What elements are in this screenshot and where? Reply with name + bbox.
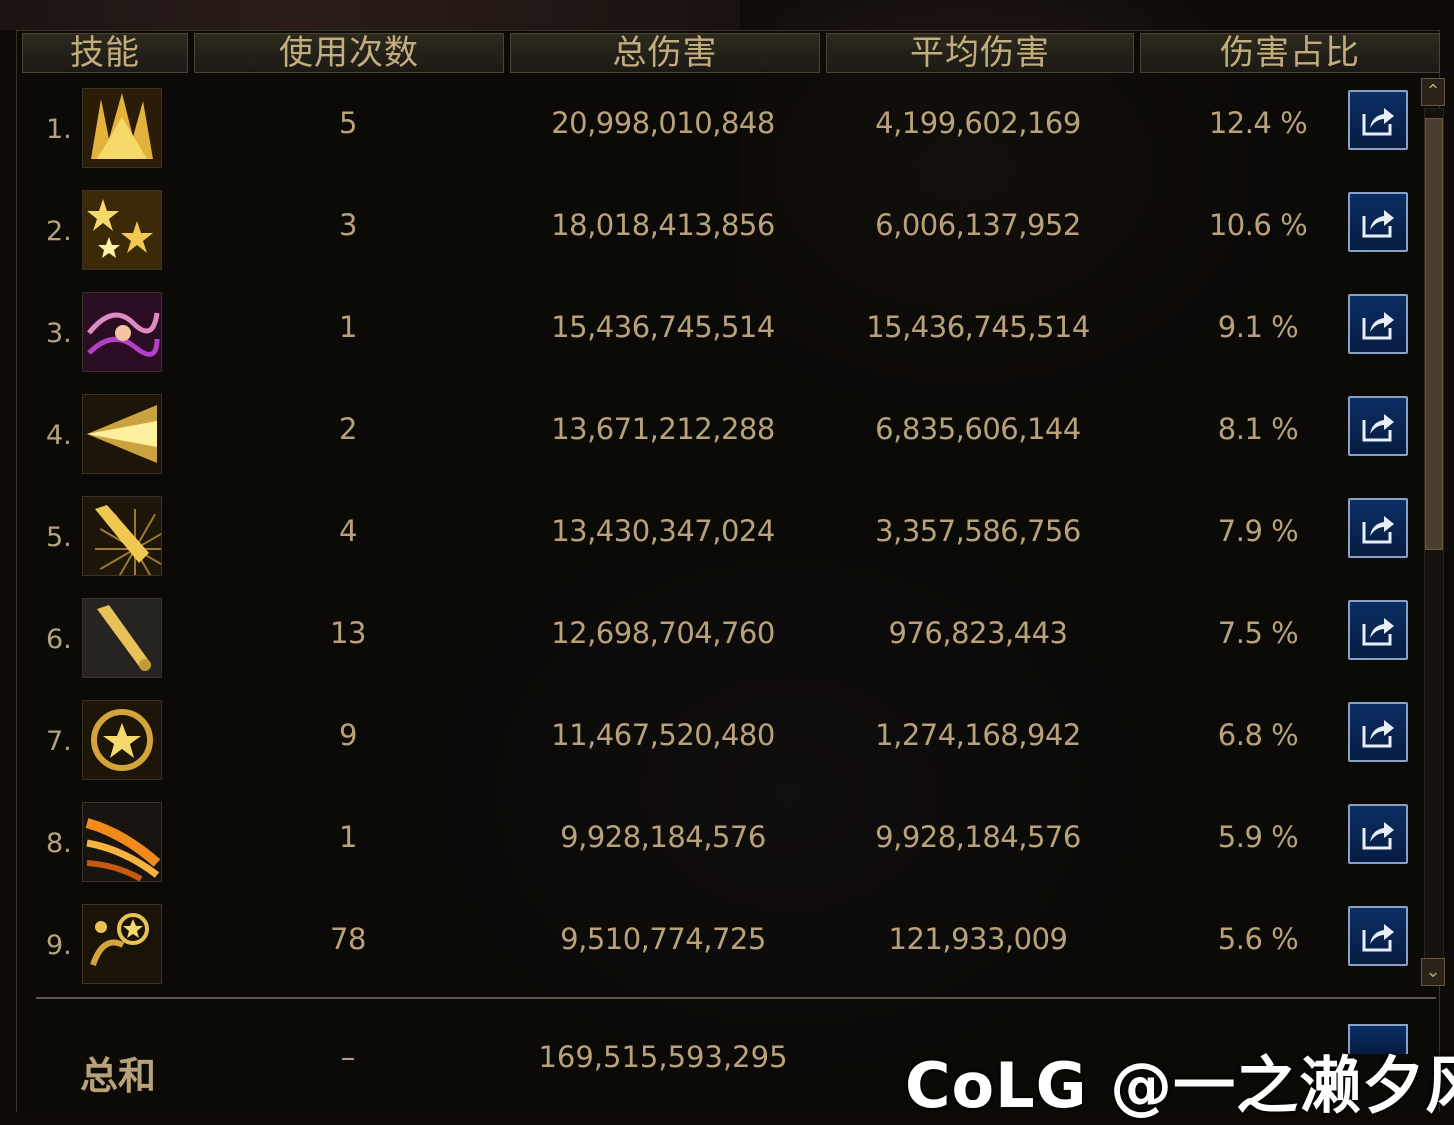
row-rank: 5. bbox=[46, 522, 72, 553]
row-uses: 13 bbox=[330, 616, 366, 650]
row-rank: 1. bbox=[46, 114, 72, 145]
row-damage-share: 7.9 % bbox=[1217, 514, 1299, 548]
row-rank: 9. bbox=[46, 930, 72, 961]
row-total-damage: 12,698,704,760 bbox=[551, 616, 775, 650]
row-damage-share: 9.1 % bbox=[1217, 310, 1299, 344]
table-row: 1. 5 20,998,010,848 4,199,602,169 12.4 % bbox=[18, 84, 1418, 186]
row-damage-share: 6.8 % bbox=[1217, 718, 1299, 752]
row-total-damage: 9,928,184,576 bbox=[560, 820, 766, 854]
column-header-total[interactable]: 总伤害 bbox=[510, 33, 820, 73]
row-rank: 3. bbox=[46, 318, 72, 349]
row-rank: 6. bbox=[46, 624, 72, 655]
share-button[interactable] bbox=[1348, 906, 1408, 966]
bat-swing-skill-icon[interactable] bbox=[82, 496, 162, 576]
share-button[interactable] bbox=[1348, 498, 1408, 558]
row-rank: 4. bbox=[46, 420, 72, 451]
summary-uses: – bbox=[340, 1040, 356, 1074]
scroll-thumb[interactable] bbox=[1425, 118, 1443, 550]
row-total-damage: 20,998,010,848 bbox=[551, 106, 775, 140]
stars-skill-icon[interactable] bbox=[82, 190, 162, 270]
column-header-share[interactable]: 伤害占比 bbox=[1140, 33, 1440, 73]
row-average-damage: 121,933,009 bbox=[888, 922, 1069, 956]
row-damage-share: 5.6 % bbox=[1217, 922, 1299, 956]
row-rank: 2. bbox=[46, 216, 72, 247]
row-uses: 78 bbox=[330, 922, 366, 956]
row-total-damage: 18,018,413,856 bbox=[551, 208, 775, 242]
table-row: 2. 3 18,018,413,856 6,006,137,952 10.6 % bbox=[18, 186, 1418, 288]
light-rays-skill-icon[interactable] bbox=[82, 394, 162, 474]
table-row: 8. 1 9,928,184,576 9,928,184,576 5.9 % bbox=[18, 798, 1418, 900]
share-button[interactable] bbox=[1348, 702, 1408, 762]
table-row: 5. 4 13,430,347,024 3,357,586,756 7.9 % bbox=[18, 492, 1418, 594]
share-button[interactable] bbox=[1348, 804, 1408, 864]
column-header-uses[interactable]: 使用次数 bbox=[194, 33, 504, 73]
row-uses: 1 bbox=[339, 310, 357, 344]
row-uses: 4 bbox=[339, 514, 357, 548]
row-damage-share: 10.6 % bbox=[1208, 208, 1308, 242]
row-rank: 7. bbox=[46, 726, 72, 757]
row-average-damage: 9,928,184,576 bbox=[875, 820, 1081, 854]
row-uses: 9 bbox=[339, 718, 357, 752]
scroll-up-icon[interactable]: ⌃ bbox=[1421, 78, 1445, 106]
summary-divider bbox=[36, 997, 1436, 999]
table-row: 9. 78 9,510,774,725 121,933,009 5.6 % bbox=[18, 900, 1418, 1002]
row-total-damage: 13,671,212,288 bbox=[551, 412, 775, 446]
row-total-damage: 11,467,520,480 bbox=[551, 718, 775, 752]
row-damage-share: 12.4 % bbox=[1208, 106, 1308, 140]
table-row: 7. 9 11,467,520,480 1,274,168,942 6.8 % bbox=[18, 696, 1418, 798]
scrollbar[interactable]: ⌃ ⌄ bbox=[1420, 78, 1448, 988]
share-button[interactable] bbox=[1348, 90, 1408, 150]
row-total-damage: 13,430,347,024 bbox=[551, 514, 775, 548]
share-button[interactable] bbox=[1348, 396, 1408, 456]
scroll-down-icon[interactable]: ⌄ bbox=[1421, 958, 1445, 986]
table-row: 3. 1 15,436,745,514 15,436,745,514 9.1 % bbox=[18, 288, 1418, 390]
orange-slash-skill-icon[interactable] bbox=[82, 802, 162, 882]
row-damage-share: 8.1 % bbox=[1217, 412, 1299, 446]
row-average-damage: 1,274,168,942 bbox=[875, 718, 1081, 752]
row-average-damage: 15,436,745,514 bbox=[866, 310, 1090, 344]
golden-burst-skill-icon[interactable] bbox=[82, 88, 162, 168]
table-row: 6. 13 12,698,704,760 976,823,443 7.5 % bbox=[18, 594, 1418, 696]
summary-total-damage: 169,515,593,295 bbox=[538, 1040, 788, 1074]
summary-label: 总和 bbox=[80, 1053, 157, 1098]
background-top-strip bbox=[0, 0, 740, 30]
row-uses: 3 bbox=[339, 208, 357, 242]
row-average-damage: 6,835,606,144 bbox=[875, 412, 1081, 446]
row-rank: 8. bbox=[46, 828, 72, 859]
column-header-skill[interactable]: 技能 bbox=[22, 33, 188, 73]
purple-spark-skill-icon[interactable] bbox=[82, 292, 162, 372]
column-header-average[interactable]: 平均伤害 bbox=[826, 33, 1134, 73]
share-button[interactable] bbox=[1348, 294, 1408, 354]
table-row: 4. 2 13,671,212,288 6,835,606,144 8.1 % bbox=[18, 390, 1418, 492]
star-ball-skill-icon[interactable] bbox=[82, 904, 162, 984]
row-total-damage: 15,436,745,514 bbox=[551, 310, 775, 344]
share-button[interactable] bbox=[1348, 600, 1408, 660]
star-swirl-skill-icon[interactable] bbox=[82, 700, 162, 780]
row-uses: 2 bbox=[339, 412, 357, 446]
row-average-damage: 4,199,602,169 bbox=[875, 106, 1081, 140]
row-damage-share: 5.9 % bbox=[1217, 820, 1299, 854]
row-uses: 1 bbox=[339, 820, 357, 854]
row-average-damage: 976,823,443 bbox=[888, 616, 1069, 650]
row-uses: 5 bbox=[339, 106, 357, 140]
row-damage-share: 7.5 % bbox=[1217, 616, 1299, 650]
bat-skill-icon[interactable] bbox=[82, 598, 162, 678]
share-button[interactable] bbox=[1348, 192, 1408, 252]
row-total-damage: 9,510,774,725 bbox=[560, 922, 766, 956]
row-average-damage: 6,006,137,952 bbox=[875, 208, 1081, 242]
row-average-damage: 3,357,586,756 bbox=[875, 514, 1081, 548]
